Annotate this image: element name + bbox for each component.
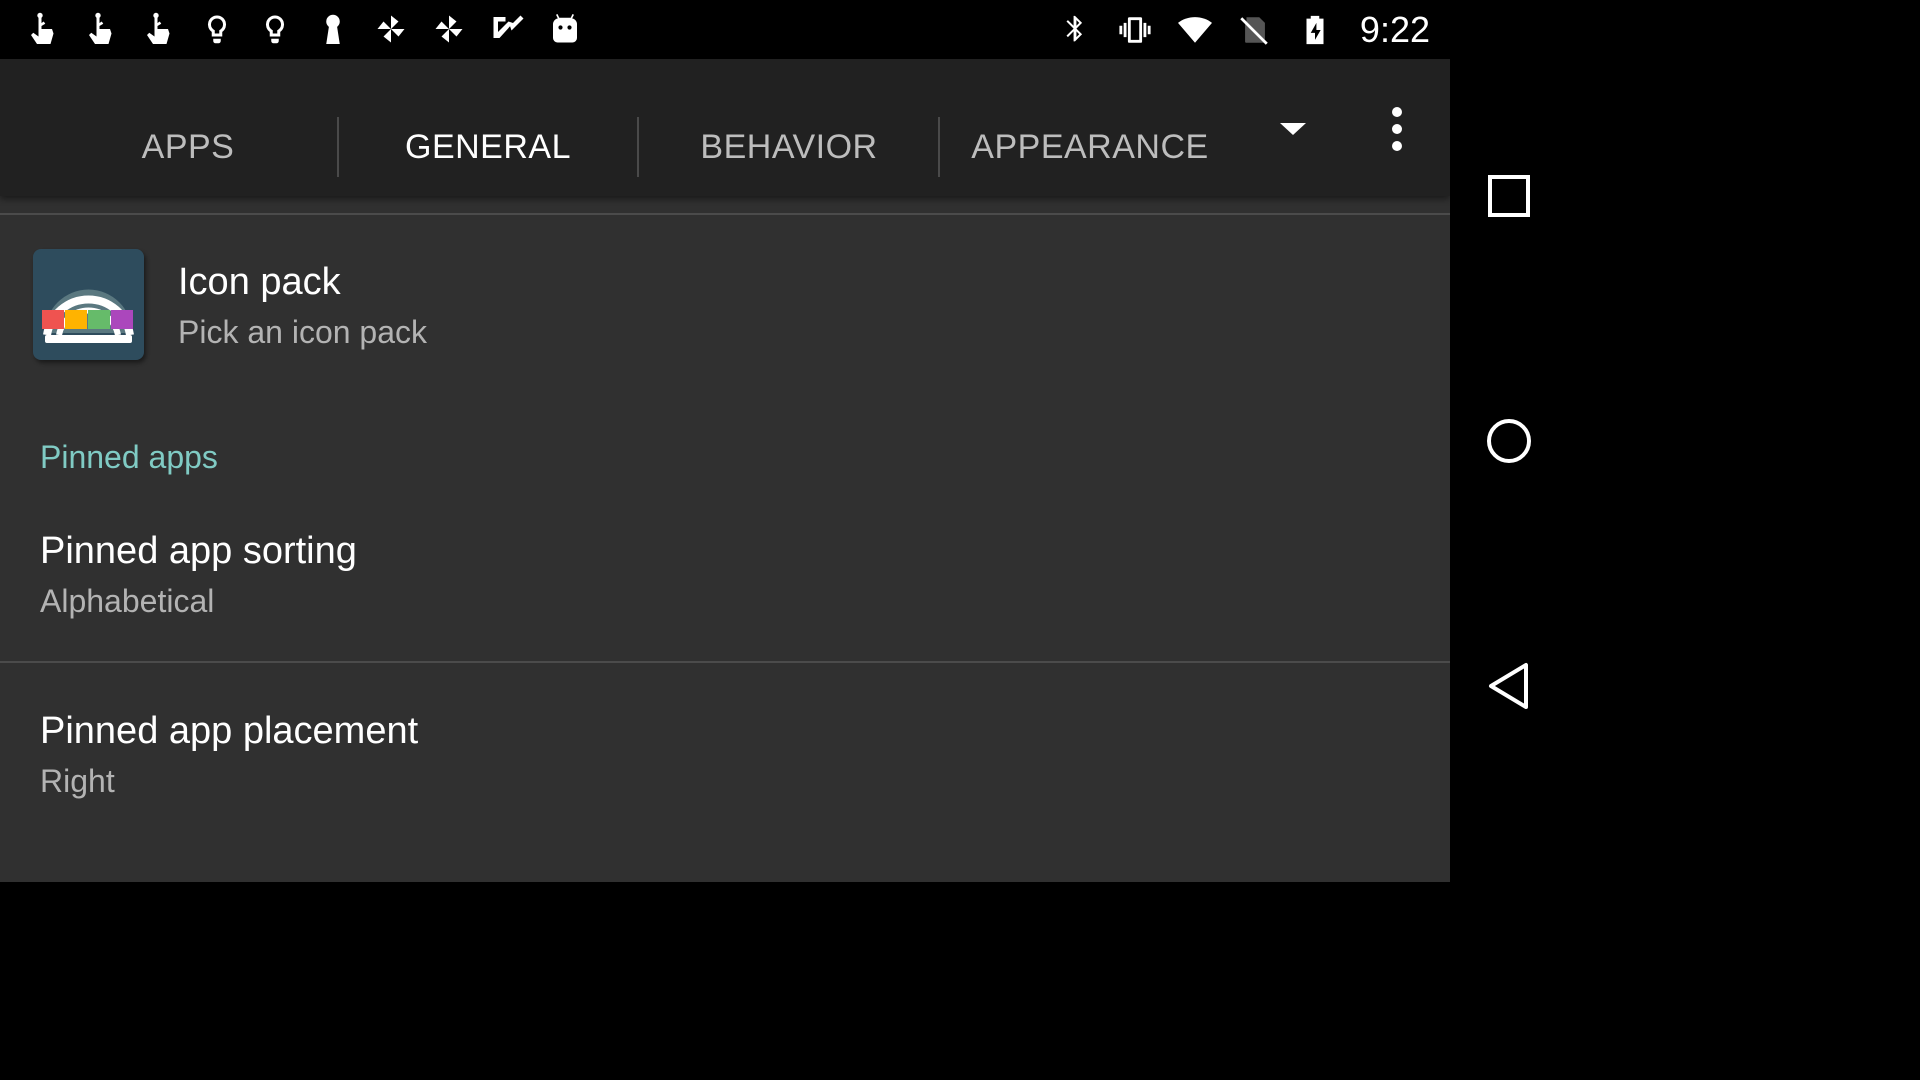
wifi-icon xyxy=(1176,9,1214,51)
tab-apps[interactable]: APPS xyxy=(38,117,338,177)
settings-screen: APPS GENERAL BEHAVIOR APPEARANCE Icon pa… xyxy=(0,59,1450,882)
divider xyxy=(0,661,1450,663)
tab-appearance[interactable]: APPEARANCE xyxy=(940,117,1240,177)
section-header-pinned-apps: Pinned apps xyxy=(40,439,218,475)
pinwheel-icon xyxy=(372,8,410,50)
bluetooth-icon xyxy=(1056,9,1094,51)
back-icon xyxy=(1489,663,1528,709)
checkmark-icon xyxy=(488,8,526,50)
notification-icons xyxy=(24,8,584,50)
divider xyxy=(0,213,1450,215)
touch-gesture-icon xyxy=(24,8,62,50)
more-tabs-dropdown-icon[interactable] xyxy=(1280,123,1306,135)
tab-general[interactable]: GENERAL xyxy=(338,117,638,177)
pinned-app-placement-summary: Right xyxy=(40,763,115,799)
icon-pack-app-icon xyxy=(33,249,144,360)
pinned-app-sorting-summary: Alphabetical xyxy=(40,583,215,619)
icon-pack-summary: Pick an icon pack xyxy=(178,314,428,350)
no-sim-icon xyxy=(1236,9,1274,51)
pinned-app-sorting-title: Pinned app sorting xyxy=(40,530,357,572)
icon-pack-title: Icon pack xyxy=(178,261,341,303)
tab-bar: APPS GENERAL BEHAVIOR APPEARANCE xyxy=(0,59,1450,196)
home-icon xyxy=(1487,419,1531,463)
lightbulb-icon xyxy=(256,8,294,50)
navigation-bar xyxy=(1450,0,1568,882)
pinned-app-placement-title: Pinned app placement xyxy=(40,710,419,752)
touch-gesture-icon xyxy=(140,8,178,50)
clock: 9:22 xyxy=(1359,9,1430,50)
back-button[interactable] xyxy=(1450,631,1568,741)
touch-gesture-icon xyxy=(82,8,120,50)
pinwheel-icon xyxy=(430,8,468,50)
status-bar: 9:22 xyxy=(0,0,1450,59)
tab-behavior[interactable]: BEHAVIOR xyxy=(639,117,939,177)
recents-button[interactable] xyxy=(1450,141,1568,251)
system-status-icons: 9:22 xyxy=(1056,8,1430,52)
keyhole-icon xyxy=(314,8,352,50)
home-button[interactable] xyxy=(1450,386,1568,496)
lightbulb-icon xyxy=(198,8,236,50)
recents-icon xyxy=(1488,175,1530,217)
overflow-menu-icon[interactable] xyxy=(1380,107,1414,151)
battery-charging-icon xyxy=(1296,9,1334,51)
android-robot-icon xyxy=(546,8,584,50)
vibrate-icon xyxy=(1116,9,1154,51)
